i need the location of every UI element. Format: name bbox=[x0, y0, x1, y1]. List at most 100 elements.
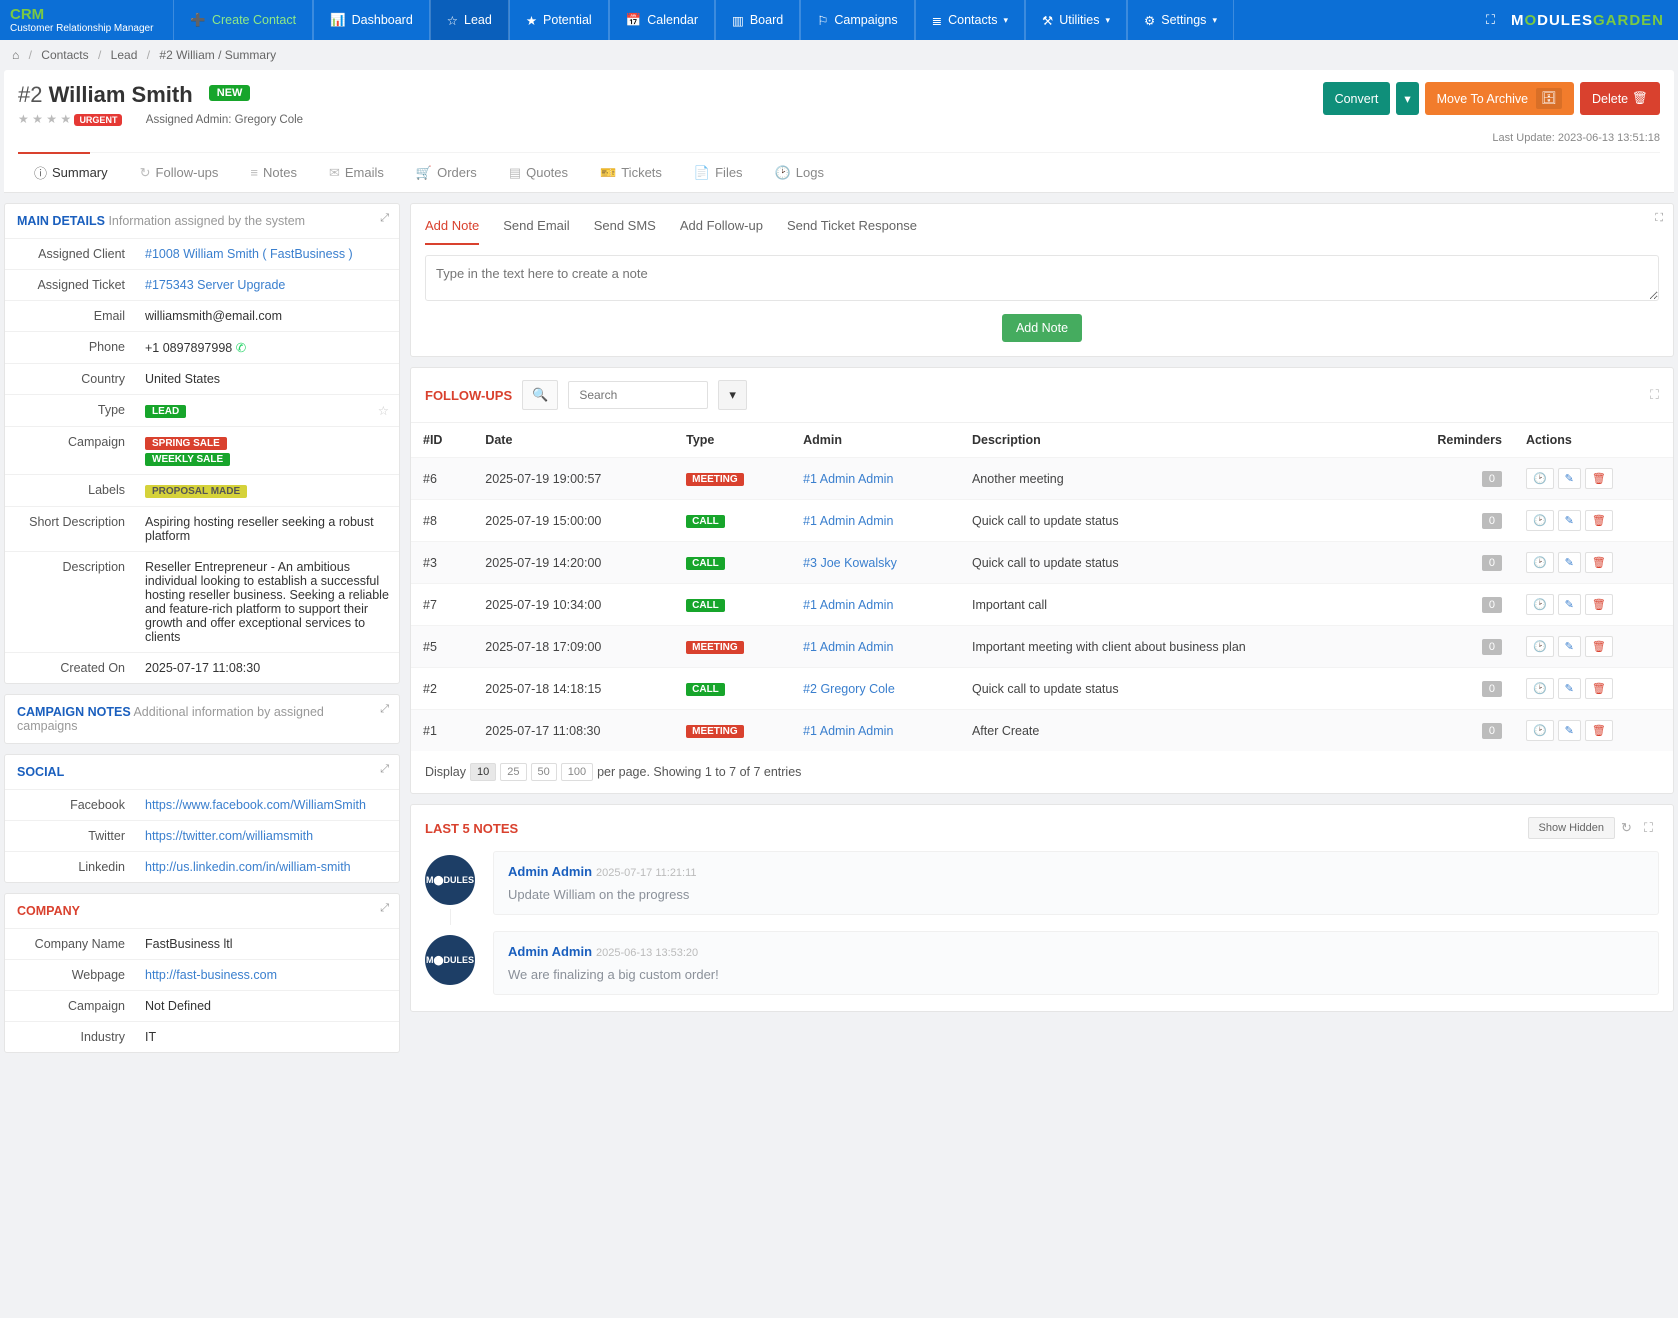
followup-search-input[interactable] bbox=[568, 381, 708, 409]
nav-settings[interactable]: ⚙Settings▾ bbox=[1127, 0, 1234, 40]
admin-link[interactable]: #3 Joe Kowalsky bbox=[803, 556, 897, 570]
company-web-link[interactable]: http://fast-business.com bbox=[145, 968, 277, 982]
topbar-right: ⛶ MODULESGARDEN bbox=[1486, 12, 1678, 29]
crumb-home[interactable]: ⌂ bbox=[12, 48, 19, 62]
trash-icon[interactable]: 🗑 bbox=[1585, 594, 1613, 615]
expand-icon[interactable]: ⤢ bbox=[380, 763, 389, 776]
tab-quotes[interactable]: ▤Quotes bbox=[493, 153, 584, 192]
expand-icon[interactable]: ⛶ bbox=[1655, 212, 1663, 225]
trash-icon[interactable]: 🗑 bbox=[1585, 468, 1613, 489]
edit-icon[interactable]: ✎ bbox=[1558, 468, 1581, 489]
star-icon[interactable]: ★ bbox=[18, 112, 29, 126]
reschedule-icon[interactable]: 🕑 bbox=[1526, 720, 1554, 741]
info-icon: ⓘ bbox=[34, 163, 47, 182]
assigned-ticket-link[interactable]: #175343 Server Upgrade bbox=[145, 278, 285, 292]
linkedin-link[interactable]: http://us.linkedin.com/in/william-smith bbox=[145, 860, 351, 874]
expand-icon[interactable]: ⤢ bbox=[380, 212, 389, 225]
edit-icon[interactable]: ✎ bbox=[1558, 636, 1581, 657]
action-tab-sendemail[interactable]: Send Email bbox=[503, 218, 569, 245]
note-textarea[interactable] bbox=[425, 255, 1659, 301]
page-size-100[interactable]: 100 bbox=[561, 763, 593, 781]
reschedule-icon[interactable]: 🕑 bbox=[1526, 510, 1554, 531]
twitter-link[interactable]: https://twitter.com/williamsmith bbox=[145, 829, 313, 843]
trash-icon[interactable]: 🗑 bbox=[1585, 552, 1613, 573]
col-date[interactable]: Date bbox=[473, 423, 674, 458]
expand-icon[interactable]: ⤢ bbox=[380, 703, 389, 716]
crumb-lead[interactable]: Lead bbox=[111, 48, 138, 62]
reschedule-icon[interactable]: 🕑 bbox=[1526, 468, 1554, 489]
nav-potential[interactable]: ★Potential bbox=[509, 0, 609, 40]
page-size-50[interactable]: 50 bbox=[531, 763, 557, 781]
page-size-10[interactable]: 10 bbox=[470, 763, 496, 781]
admin-link[interactable]: #1 Admin Admin bbox=[803, 514, 893, 528]
admin-link[interactable]: #1 Admin Admin bbox=[803, 640, 893, 654]
star-icon[interactable]: ★ bbox=[60, 112, 71, 126]
admin-link[interactable]: #2 Gregory Cole bbox=[803, 682, 895, 696]
expand-icon[interactable]: ⛶ bbox=[1638, 820, 1659, 836]
tab-files[interactable]: 📄Files bbox=[678, 153, 759, 192]
tab-followups[interactable]: ↻Follow-ups bbox=[124, 153, 235, 192]
crumb-contacts[interactable]: Contacts bbox=[41, 48, 88, 62]
delete-button[interactable]: Delete 🗑 bbox=[1580, 82, 1660, 115]
edit-icon[interactable]: ✎ bbox=[1558, 594, 1581, 615]
tab-tickets[interactable]: 🎫Tickets bbox=[584, 153, 678, 192]
show-hidden-button[interactable]: Show Hidden bbox=[1528, 817, 1615, 839]
nav-campaigns[interactable]: ⚐Campaigns bbox=[800, 0, 914, 40]
col-type[interactable]: Type bbox=[674, 423, 791, 458]
archive-button[interactable]: Move To Archive 🗄 bbox=[1425, 82, 1574, 115]
wrench-icon: ⚒ bbox=[1042, 13, 1053, 28]
edit-icon[interactable]: ✎ bbox=[1558, 678, 1581, 699]
reschedule-icon[interactable]: 🕑 bbox=[1526, 594, 1554, 615]
col-rem[interactable]: Reminders bbox=[1387, 423, 1514, 458]
followup-filter-icon[interactable]: ▾ bbox=[718, 380, 747, 410]
col-id[interactable]: #ID bbox=[411, 423, 473, 458]
tab-notes[interactable]: ≡Notes bbox=[234, 153, 313, 192]
convert-dropdown[interactable]: ▾ bbox=[1396, 82, 1418, 115]
admin-link[interactable]: #1 Admin Admin bbox=[803, 472, 893, 486]
expand-icon[interactable]: ⤢ bbox=[380, 902, 389, 915]
assigned-client-link[interactable]: #1008 William Smith ( FastBusiness ) bbox=[145, 247, 353, 261]
favorite-star-icon[interactable]: ☆ bbox=[378, 403, 389, 418]
trash-icon[interactable]: 🗑 bbox=[1585, 678, 1613, 699]
convert-button[interactable]: Convert bbox=[1323, 82, 1391, 115]
trash-icon[interactable]: 🗑 bbox=[1585, 720, 1613, 741]
tab-summary[interactable]: ⓘSummary bbox=[18, 153, 124, 192]
followup-search-icon[interactable]: 🔍 bbox=[522, 380, 558, 410]
reschedule-icon[interactable]: 🕑 bbox=[1526, 552, 1554, 573]
edit-icon[interactable]: ✎ bbox=[1558, 510, 1581, 531]
trash-icon[interactable]: 🗑 bbox=[1585, 510, 1613, 531]
action-tab-addnote[interactable]: Add Note bbox=[425, 218, 479, 245]
edit-icon[interactable]: ✎ bbox=[1558, 720, 1581, 741]
admin-link[interactable]: #1 Admin Admin bbox=[803, 598, 893, 612]
action-tab-sendsms[interactable]: Send SMS bbox=[594, 218, 656, 245]
admin-link[interactable]: #1 Admin Admin bbox=[803, 724, 893, 738]
nav-lead[interactable]: ☆Lead bbox=[430, 0, 509, 40]
star-icon[interactable]: ★ bbox=[46, 112, 57, 126]
whatsapp-icon[interactable]: ✆ bbox=[236, 341, 246, 355]
tab-emails[interactable]: ✉Emails bbox=[313, 153, 400, 192]
action-tab-sendticket[interactable]: Send Ticket Response bbox=[787, 218, 917, 245]
facebook-link[interactable]: https://www.facebook.com/WilliamSmith bbox=[145, 798, 366, 812]
refresh-icon[interactable]: ↻ bbox=[1615, 820, 1638, 836]
expand-icon[interactable]: ⛶ bbox=[1650, 387, 1659, 403]
tab-logs[interactable]: 🕑Logs bbox=[759, 153, 840, 192]
col-admin[interactable]: Admin bbox=[791, 423, 960, 458]
nav-board[interactable]: ▥Board bbox=[715, 0, 800, 40]
tab-orders[interactable]: 🛒Orders bbox=[400, 153, 493, 192]
fullscreen-icon[interactable]: ⛶ bbox=[1486, 12, 1495, 28]
col-desc[interactable]: Description bbox=[960, 423, 1387, 458]
star-icon[interactable]: ★ bbox=[32, 112, 43, 126]
reminder-count: 0 bbox=[1482, 555, 1502, 571]
page-size-25[interactable]: 25 bbox=[500, 763, 526, 781]
nav-utilities[interactable]: ⚒Utilities▾ bbox=[1025, 0, 1127, 40]
nav-calendar[interactable]: 📅Calendar bbox=[609, 0, 715, 40]
nav-dashboard[interactable]: 📊Dashboard bbox=[313, 0, 430, 40]
edit-icon[interactable]: ✎ bbox=[1558, 552, 1581, 573]
action-tab-addfollowup[interactable]: Add Follow-up bbox=[680, 218, 763, 245]
add-note-button[interactable]: Add Note bbox=[1002, 314, 1082, 342]
nav-create-contact[interactable]: ➕Create Contact bbox=[173, 0, 313, 40]
reschedule-icon[interactable]: 🕑 bbox=[1526, 636, 1554, 657]
trash-icon[interactable]: 🗑 bbox=[1585, 636, 1613, 657]
nav-contacts[interactable]: ≣Contacts▾ bbox=[915, 0, 1025, 40]
reschedule-icon[interactable]: 🕑 bbox=[1526, 678, 1554, 699]
